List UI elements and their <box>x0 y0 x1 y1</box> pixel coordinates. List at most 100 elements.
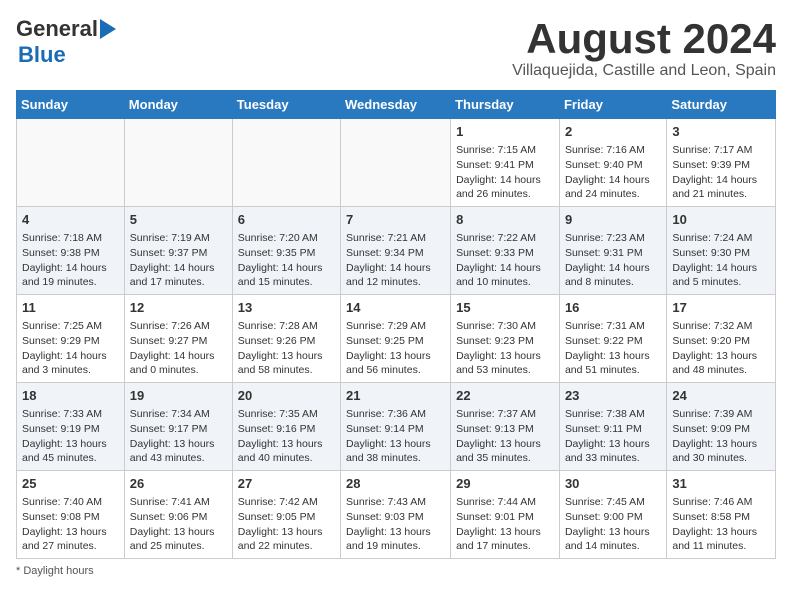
day-number: 24 <box>672 387 770 405</box>
day-number: 7 <box>346 211 445 229</box>
day-info: Sunrise: 7:15 AMSunset: 9:41 PMDaylight:… <box>456 143 554 202</box>
calendar-cell: 29 Sunrise: 7:44 AMSunset: 9:01 PMDayligh… <box>451 470 560 558</box>
day-number: 28 <box>346 475 445 493</box>
day-number: 27 <box>238 475 335 493</box>
day-info: Sunrise: 7:30 AMSunset: 9:23 PMDaylight:… <box>456 319 554 378</box>
calendar-cell <box>341 119 451 207</box>
day-number: 17 <box>672 299 770 317</box>
calendar-cell: 27Sunrise: 7:42 AMSunset: 9:05 PMDayligh… <box>232 470 340 558</box>
footer-note: * Daylight hours <box>16 565 776 577</box>
calendar-body: 1 Sunrise: 7:15 AMSunset: 9:41 PMDaylight… <box>17 119 776 559</box>
day-info: Sunrise: 7:33 AMSunset: 9:19 PMDaylight:… <box>22 407 119 466</box>
day-info: Sunrise: 7:16 AMSunset: 9:40 PMDaylight:… <box>565 143 661 202</box>
calendar-cell: 13 Sunrise: 7:28 AMSunset: 9:26 PMDayligh… <box>232 295 340 383</box>
dow-header-monday: Monday <box>124 91 232 119</box>
week-row-1: 1 Sunrise: 7:15 AMSunset: 9:41 PMDaylight… <box>17 119 776 207</box>
calendar-cell: 24 Sunrise: 7:39 AMSunset: 9:09 PMDayligh… <box>667 383 776 471</box>
day-number: 23 <box>565 387 661 405</box>
calendar-cell: 28Sunrise: 7:43 AMSunset: 9:03 PMDayligh… <box>341 470 451 558</box>
logo-arrow-icon <box>100 19 116 39</box>
dow-header-tuesday: Tuesday <box>232 91 340 119</box>
calendar-cell: 16 Sunrise: 7:31 AMSunset: 9:22 PMDayligh… <box>559 295 666 383</box>
day-number: 9 <box>565 211 661 229</box>
day-number: 26 <box>130 475 227 493</box>
calendar-cell: 1 Sunrise: 7:15 AMSunset: 9:41 PMDaylight… <box>451 119 560 207</box>
day-info: Sunrise: 7:40 AMSunset: 9:08 PMDaylight:… <box>22 495 119 554</box>
day-info: Sunrise: 7:17 AMSunset: 9:39 PMDaylight:… <box>672 143 770 202</box>
dow-header-saturday: Saturday <box>667 91 776 119</box>
day-number: 16 <box>565 299 661 317</box>
day-number: 4 <box>22 211 119 229</box>
calendar-cell: 11 Sunrise: 7:25 AMSunset: 9:29 PMDayligh… <box>17 295 125 383</box>
logo: General Blue <box>16 16 116 68</box>
week-row-2: 4 Sunrise: 7:18 AMSunset: 9:38 PMDaylight… <box>17 207 776 295</box>
day-number: 25 <box>22 475 119 493</box>
calendar-cell <box>17 119 125 207</box>
header: General Blue August 2024 Villaquejida, C… <box>16 16 776 80</box>
calendar-cell: 2 Sunrise: 7:16 AMSunset: 9:40 PMDaylight… <box>559 119 666 207</box>
day-number: 1 <box>456 123 554 141</box>
day-info: Sunrise: 7:20 AMSunset: 9:35 PMDaylight:… <box>238 231 335 290</box>
day-info: Sunrise: 7:23 AMSunset: 9:31 PMDaylight:… <box>565 231 661 290</box>
calendar-cell: 20Sunrise: 7:35 AMSunset: 9:16 PMDayligh… <box>232 383 340 471</box>
calendar-cell: 8 Sunrise: 7:22 AMSunset: 9:33 PMDaylight… <box>451 207 560 295</box>
day-number: 31 <box>672 475 770 493</box>
calendar-cell: 22Sunrise: 7:37 AMSunset: 9:13 PMDayligh… <box>451 383 560 471</box>
day-info: Sunrise: 7:45 AMSunset: 9:00 PMDaylight:… <box>565 495 661 554</box>
calendar-cell: 5Sunrise: 7:19 AMSunset: 9:37 PMDaylight… <box>124 207 232 295</box>
day-number: 13 <box>238 299 335 317</box>
day-number: 11 <box>22 299 119 317</box>
dow-header-sunday: Sunday <box>17 91 125 119</box>
day-number: 15 <box>456 299 554 317</box>
day-number: 30 <box>565 475 661 493</box>
day-number: 8 <box>456 211 554 229</box>
calendar-cell: 17Sunrise: 7:32 AMSunset: 9:20 PMDayligh… <box>667 295 776 383</box>
day-info: Sunrise: 7:36 AMSunset: 9:14 PMDaylight:… <box>346 407 445 466</box>
footer-note-text: Daylight hours <box>23 565 93 577</box>
day-info: Sunrise: 7:22 AMSunset: 9:33 PMDaylight:… <box>456 231 554 290</box>
day-number: 21 <box>346 387 445 405</box>
day-info: Sunrise: 7:26 AMSunset: 9:27 PMDaylight:… <box>130 319 227 378</box>
calendar-cell: 9 Sunrise: 7:23 AMSunset: 9:31 PMDaylight… <box>559 207 666 295</box>
day-number: 29 <box>456 475 554 493</box>
calendar-cell: 31 Sunrise: 7:46 AMSunset: 8:58 PMDayligh… <box>667 470 776 558</box>
calendar-title: August 2024 <box>512 16 776 62</box>
day-info: Sunrise: 7:34 AMSunset: 9:17 PMDaylight:… <box>130 407 227 466</box>
calendar-cell: 10 Sunrise: 7:24 AMSunset: 9:30 PMDayligh… <box>667 207 776 295</box>
calendar-subtitle: Villaquejida, Castille and Leon, Spain <box>512 62 776 80</box>
logo-blue: Blue <box>18 42 66 68</box>
dow-header-thursday: Thursday <box>451 91 560 119</box>
title-block: August 2024 Villaquejida, Castille and L… <box>512 16 776 80</box>
day-info: Sunrise: 7:25 AMSunset: 9:29 PMDaylight:… <box>22 319 119 378</box>
day-info: Sunrise: 7:28 AMSunset: 9:26 PMDaylight:… <box>238 319 335 378</box>
day-number: 6 <box>238 211 335 229</box>
day-info: Sunrise: 7:39 AMSunset: 9:09 PMDaylight:… <box>672 407 770 466</box>
calendar-cell: 15 Sunrise: 7:30 AMSunset: 9:23 PMDayligh… <box>451 295 560 383</box>
calendar-cell: 26 Sunrise: 7:41 AMSunset: 9:06 PMDayligh… <box>124 470 232 558</box>
calendar-cell: 14Sunrise: 7:29 AMSunset: 9:25 PMDayligh… <box>341 295 451 383</box>
calendar-cell: 30 Sunrise: 7:45 AMSunset: 9:00 PMDayligh… <box>559 470 666 558</box>
day-number: 20 <box>238 387 335 405</box>
calendar-cell <box>124 119 232 207</box>
day-number: 2 <box>565 123 661 141</box>
day-number: 14 <box>346 299 445 317</box>
calendar-cell: 6 Sunrise: 7:20 AMSunset: 9:35 PMDaylight… <box>232 207 340 295</box>
calendar-cell: 7 Sunrise: 7:21 AMSunset: 9:34 PMDaylight… <box>341 207 451 295</box>
calendar-cell: 4 Sunrise: 7:18 AMSunset: 9:38 PMDaylight… <box>17 207 125 295</box>
logo-general: General <box>16 16 98 42</box>
dow-header-friday: Friday <box>559 91 666 119</box>
day-info: Sunrise: 7:41 AMSunset: 9:06 PMDaylight:… <box>130 495 227 554</box>
day-info: Sunrise: 7:44 AMSunset: 9:01 PMDaylight:… <box>456 495 554 554</box>
day-info: Sunrise: 7:18 AMSunset: 9:38 PMDaylight:… <box>22 231 119 290</box>
day-info: Sunrise: 7:19 AMSunset: 9:37 PMDaylight:… <box>130 231 227 290</box>
calendar-cell: 19Sunrise: 7:34 AMSunset: 9:17 PMDayligh… <box>124 383 232 471</box>
day-info: Sunrise: 7:46 AMSunset: 8:58 PMDaylight:… <box>672 495 770 554</box>
calendar-cell: 18Sunrise: 7:33 AMSunset: 9:19 PMDayligh… <box>17 383 125 471</box>
day-number: 10 <box>672 211 770 229</box>
day-info: Sunrise: 7:38 AMSunset: 9:11 PMDaylight:… <box>565 407 661 466</box>
week-row-5: 25 Sunrise: 7:40 AMSunset: 9:08 PMDayligh… <box>17 470 776 558</box>
day-number: 3 <box>672 123 770 141</box>
day-info: Sunrise: 7:31 AMSunset: 9:22 PMDaylight:… <box>565 319 661 378</box>
day-info: Sunrise: 7:21 AMSunset: 9:34 PMDaylight:… <box>346 231 445 290</box>
day-info: Sunrise: 7:24 AMSunset: 9:30 PMDaylight:… <box>672 231 770 290</box>
